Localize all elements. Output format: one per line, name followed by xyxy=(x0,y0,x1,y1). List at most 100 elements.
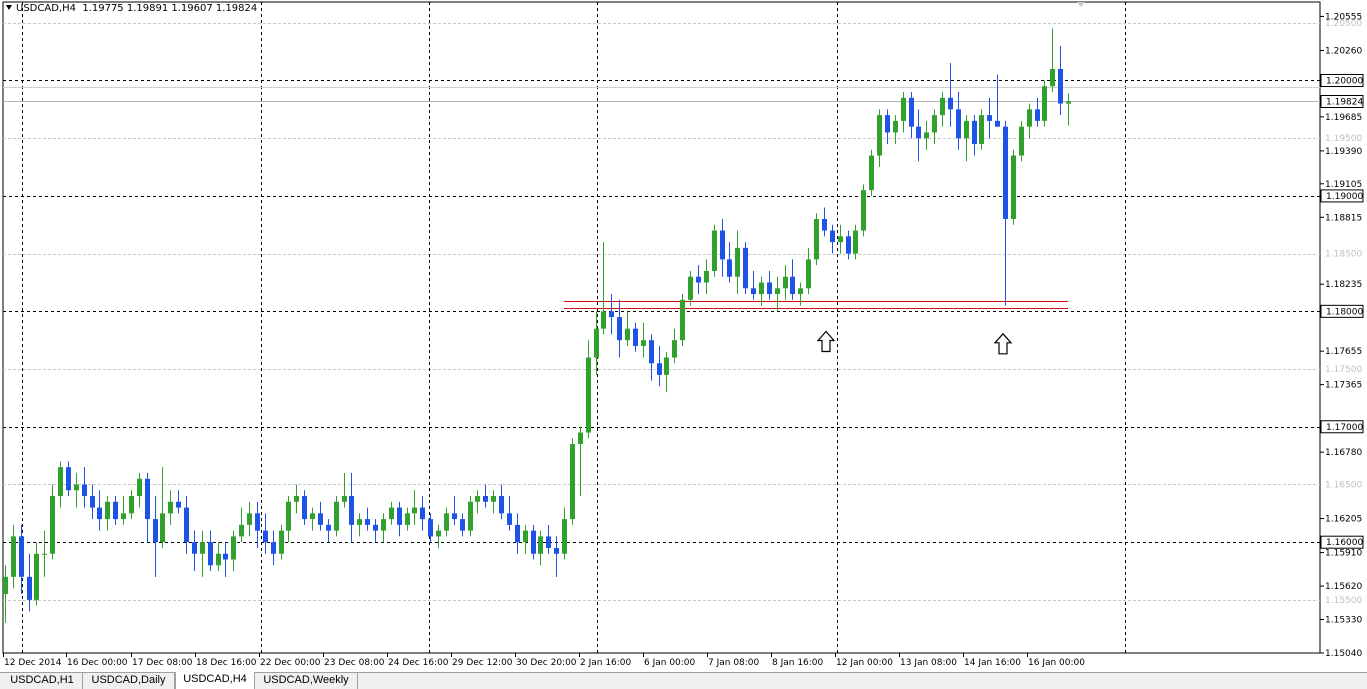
y-faint-label: 1.18500 xyxy=(1325,250,1362,260)
candle-bear xyxy=(948,97,953,110)
y-faint-label: 1.15500 xyxy=(1325,596,1362,606)
candle-bull xyxy=(279,530,284,554)
candle-bull xyxy=(570,444,575,520)
candle-bull xyxy=(783,276,788,289)
candle-bull xyxy=(688,276,693,300)
quote-values: 1.19775 1.19891 1.19607 1.19824 xyxy=(82,3,258,14)
candle-bull xyxy=(58,467,63,497)
candle-bull xyxy=(893,120,898,133)
candle-bull xyxy=(538,536,543,554)
candle-bear xyxy=(97,507,102,520)
candle-bear xyxy=(909,97,914,127)
candle-bull xyxy=(704,270,709,283)
tab-usdcad-daily[interactable]: USDCAD,Daily xyxy=(83,673,175,689)
candle-bull xyxy=(491,496,496,502)
candle-bull xyxy=(838,236,843,243)
candle-bear xyxy=(223,553,228,560)
candle-bear xyxy=(916,126,921,139)
candle-bear xyxy=(208,542,213,566)
x-tick-label: 16 Dec 00:00 xyxy=(67,658,128,668)
candle-bear xyxy=(82,484,87,497)
candle-bear xyxy=(113,501,118,520)
candle-bear xyxy=(1003,126,1008,219)
up-arrow-icon xyxy=(816,330,836,353)
candle-bull xyxy=(735,247,740,277)
candle-bull xyxy=(680,299,685,341)
candle-bear xyxy=(365,519,370,525)
candle-bear xyxy=(326,524,331,531)
candle-bear xyxy=(727,259,732,277)
candle-bear xyxy=(153,519,158,543)
candle-bear xyxy=(751,288,756,295)
tab-usdcad-h4[interactable]: USDCAD,H4 xyxy=(175,672,255,689)
chart-shift-icon[interactable] xyxy=(1077,2,1085,7)
candle-bear xyxy=(428,519,433,537)
candle-bear xyxy=(90,496,95,508)
candle-bear xyxy=(192,542,197,554)
y-tick-label: 1.16780 xyxy=(1325,448,1362,458)
candle-bear xyxy=(790,276,795,295)
candle-bull xyxy=(759,282,764,295)
x-tick-label: 17 Dec 08:00 xyxy=(132,658,193,668)
up-arrow-icon xyxy=(993,332,1013,355)
candle-bull xyxy=(342,496,347,502)
tab-usdcad-weekly[interactable]: USDCAD,Weekly xyxy=(255,673,358,689)
chart-tab-bar: USDCAD,H1 USDCAD,Daily USDCAD,H4 USDCAD,… xyxy=(0,672,1367,689)
candle-bear xyxy=(483,496,488,502)
candle-bull xyxy=(594,328,599,358)
candle-bear xyxy=(460,519,465,531)
y-faint-label: 1.19500 xyxy=(1325,134,1362,144)
candle-bull xyxy=(814,219,819,260)
tab-label: USDCAD,H4 xyxy=(183,673,247,685)
candle-bear xyxy=(263,530,268,543)
candle-bull xyxy=(412,507,417,514)
candle-bull xyxy=(11,536,16,577)
candle-bear xyxy=(302,496,307,520)
candle-bear xyxy=(452,513,457,520)
tab-label: USDCAD,Weekly xyxy=(263,674,349,686)
candle-bull xyxy=(562,519,567,554)
candle-bull xyxy=(286,501,291,531)
x-tick-label: 13 Jan 08:00 xyxy=(900,658,957,668)
candle-bull xyxy=(877,115,882,156)
y-tick-label: 1.20260 xyxy=(1325,46,1362,56)
x-tick-label: 2 Jan 16:00 xyxy=(580,658,632,668)
x-tick-label: 18 Dec 16:00 xyxy=(196,658,257,668)
candle-bull xyxy=(578,432,583,445)
candle-bull xyxy=(405,513,410,525)
candle-bull xyxy=(1011,155,1016,219)
candle-bear xyxy=(546,536,551,548)
candle-bull xyxy=(641,340,646,346)
candle-bear xyxy=(420,507,425,520)
y-faint-label: 1.17500 xyxy=(1325,365,1362,375)
candle-bull xyxy=(924,132,929,139)
chart-header: USDCAD,H4 1.19775 1.19891 1.19607 1.1982… xyxy=(6,3,257,14)
candle-bear xyxy=(507,513,512,525)
candle-bear xyxy=(318,513,323,525)
candle-bear xyxy=(995,120,1000,127)
candle-bull xyxy=(160,513,165,543)
price-chart[interactable]: 1.205551.202601.196851.193901.191051.188… xyxy=(0,0,1367,672)
candle-bull xyxy=(861,190,866,231)
candle-bear xyxy=(145,478,150,520)
candle-bull xyxy=(979,115,984,144)
candle-bull xyxy=(389,507,394,520)
candle-bear xyxy=(349,496,354,525)
candle-bull xyxy=(216,553,221,566)
y-tick-label: 1.17365 xyxy=(1325,381,1362,391)
x-tick-label: 22 Dec 00:00 xyxy=(260,658,321,668)
dropdown-triangle-icon[interactable] xyxy=(6,5,12,10)
y-tick-label: 1.17655 xyxy=(1325,347,1362,357)
y-tick-label: 1.18235 xyxy=(1325,280,1362,290)
candle-bear xyxy=(1035,109,1040,121)
x-tick-label: 29 Dec 12:00 xyxy=(452,658,513,668)
candle-bear xyxy=(515,524,520,543)
y-tick-label: 1.15620 xyxy=(1325,582,1362,592)
candle-bear xyxy=(1058,68,1063,104)
y-tick-label: 1.16205 xyxy=(1325,515,1362,525)
y-tick-label: 1.18815 xyxy=(1325,213,1362,223)
candle-bull xyxy=(964,120,969,139)
tab-usdcad-h1[interactable]: USDCAD,H1 xyxy=(2,673,83,689)
candle-bear xyxy=(696,276,701,283)
candle-bear xyxy=(720,230,725,260)
